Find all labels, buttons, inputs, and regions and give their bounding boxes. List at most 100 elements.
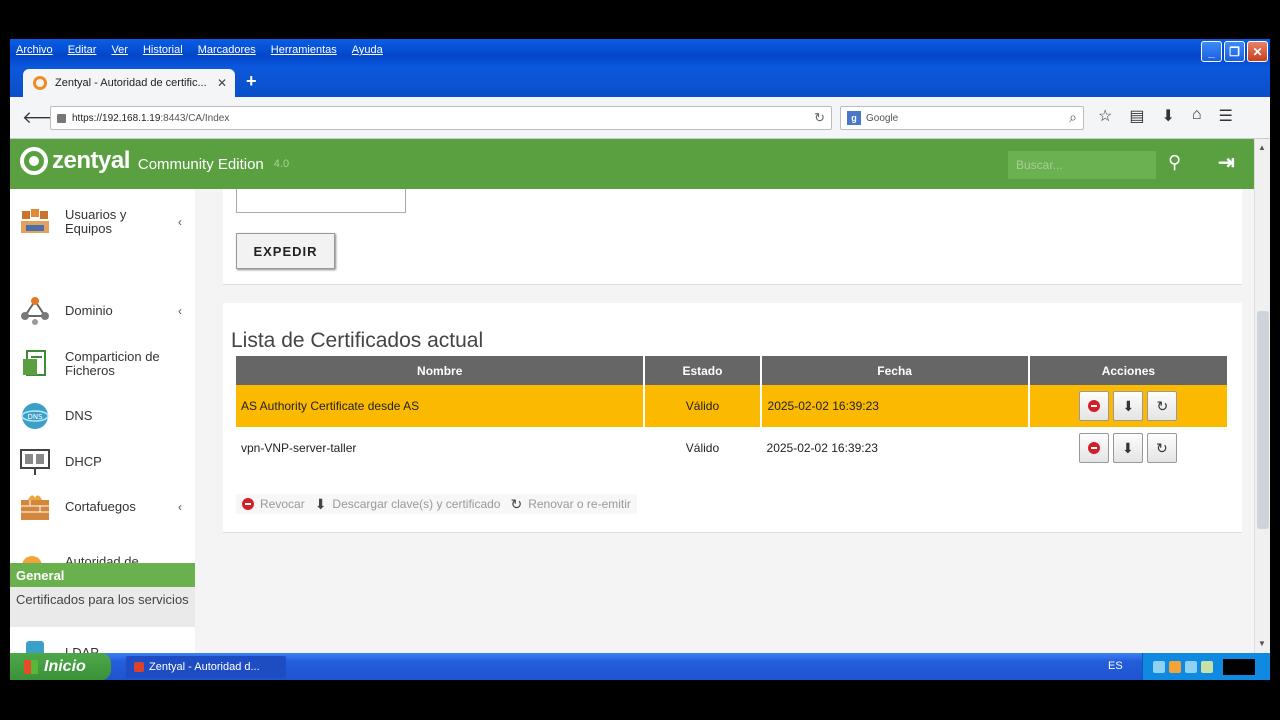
zentyal-search-input[interactable]: Buscar... [1008, 151, 1156, 179]
cert-state: Válido [644, 385, 762, 427]
url-bar[interactable]: https://192.168.1.19 :8443/CA/Index ↻ [50, 106, 832, 130]
legend-renew-label: Renovar o re-emitir [528, 497, 631, 511]
browser-search-input[interactable]: g Google ⌕ [840, 106, 1084, 130]
legend-renew: ↻ Renovar o re-emitir [510, 496, 630, 513]
tab-bar: Zentyal - Autoridad de certific... ✕ + [10, 67, 1270, 97]
table-row[interactable]: vpn-VNP-server-taller Válido 2025-02-02 … [236, 427, 1227, 469]
download-button[interactable]: ⬇ [1112, 433, 1143, 463]
firewall-icon [21, 495, 49, 520]
start-button[interactable]: Inicio [10, 653, 111, 680]
sidebar-subitem-general[interactable]: General [10, 563, 195, 587]
column-estado[interactable]: Estado [644, 356, 762, 385]
google-engine-icon[interactable]: g [847, 111, 861, 125]
firefox-taskbar-icon [134, 662, 144, 672]
page-scrollbar[interactable]: ▲ ▼ [1254, 139, 1270, 653]
cert-date: 2025-02-02 16:39:23 [766, 441, 878, 455]
renew-button[interactable]: ↻ [1147, 391, 1178, 421]
home-icon[interactable]: ⌂ [1192, 106, 1202, 126]
cert-date: 2025-02-02 16:39:23 [760, 385, 1030, 427]
sidebar-item-label: DNS [65, 408, 93, 423]
sidebar-item-comparticion[interactable]: Comparticion de Ficheros [10, 349, 195, 379]
windows-taskbar: Inicio Zentyal - Autoridad d... ES [10, 653, 1270, 680]
revoke-button[interactable] [1079, 391, 1110, 421]
renew-icon: ↻ [510, 495, 523, 512]
scroll-thumb[interactable] [1257, 311, 1269, 529]
expedir-button[interactable]: EXPEDIR [236, 233, 335, 269]
search-icon[interactable]: ⌕ [1069, 109, 1077, 126]
menu-ayuda[interactable]: Ayuda [352, 44, 383, 56]
revoke-button[interactable] [1078, 433, 1109, 463]
lock-icon [57, 113, 66, 123]
title-bar: Archivo Editar Ver Historial Marcadores … [10, 39, 1270, 67]
sidebar-item-dns[interactable]: DNS DNS [10, 401, 195, 431]
menu-hamburger-icon[interactable]: ☰ [1219, 106, 1233, 126]
chevron-left-icon: ‹ [178, 304, 182, 318]
maximize-button[interactable]: ❐ [1224, 41, 1245, 62]
tray-app-icon[interactable] [1185, 660, 1197, 673]
new-tab-button[interactable]: + [246, 71, 257, 92]
menu-ver[interactable]: Ver [111, 44, 128, 56]
menu-herramientas[interactable]: Herramientas [271, 44, 337, 56]
legend-revoke: Revocar [242, 497, 305, 511]
download-icon: ⬇ [1122, 439, 1134, 456]
scroll-down-arrow-icon[interactable]: ▼ [1258, 639, 1266, 648]
users-icon [21, 209, 49, 233]
network-tray-icon[interactable] [1153, 660, 1165, 673]
browser-tab[interactable]: Zentyal - Autoridad de certific... ✕ [23, 69, 235, 97]
legend-revoke-label: Revocar [260, 497, 305, 511]
sidebar-item-label: Cortafuegos [65, 499, 136, 514]
scroll-up-arrow-icon[interactable]: ▲ [1258, 143, 1266, 152]
start-label: Inicio [44, 657, 86, 675]
browser-search-placeholder: Google [866, 112, 899, 124]
issue-form-panel: EXPEDIR [223, 189, 1242, 285]
tray-app-icon[interactable] [1201, 660, 1213, 673]
sidebar-item-dhcp[interactable]: DHCP [10, 447, 195, 477]
language-indicator[interactable]: ES [1108, 660, 1123, 672]
bookmark-star-icon[interactable]: ☆ [1098, 106, 1112, 126]
column-nombre[interactable]: Nombre [236, 356, 646, 385]
download-button[interactable]: ⬇ [1113, 391, 1144, 421]
tab-close-icon[interactable]: ✕ [217, 76, 227, 90]
ldap-icon [26, 641, 44, 653]
menu-marcadores[interactable]: Marcadores [198, 44, 256, 56]
bookmarks-list-icon[interactable]: ▤ [1129, 106, 1144, 126]
menu-historial[interactable]: Historial [143, 44, 183, 56]
sidebar-item-dominio[interactable]: Dominio ‹ [10, 296, 195, 326]
clock-display [1223, 658, 1255, 675]
download-icon: ⬇ [314, 495, 327, 512]
sidebar-item-cortafuegos[interactable]: Cortafuegos ‹ [10, 492, 195, 522]
legend-download-label: Descargar clave(s) y certificado [332, 497, 501, 511]
version-label: 4.0 [273, 158, 290, 170]
revoke-icon [242, 498, 254, 510]
certificates-panel: Lista de Certificados actual Nombre Esta… [223, 303, 1242, 533]
sidebar-item-usuarios[interactable]: Usuarios y Equipos ‹ [10, 207, 195, 237]
edition-label: Community Edition [137, 155, 264, 173]
reload-icon[interactable]: ↻ [814, 110, 825, 126]
menu-editar[interactable]: Editar [68, 44, 97, 56]
column-fecha[interactable]: Fecha [760, 356, 1030, 385]
legend-download: ⬇ Descargar clave(s) y certificado [315, 496, 501, 513]
downloads-icon[interactable]: ⬇ [1161, 106, 1174, 126]
menu-bar: Archivo Editar Ver Historial Marcadores … [10, 39, 398, 61]
close-window-button[interactable]: ✕ [1247, 41, 1268, 62]
chevron-left-icon: ‹ [178, 500, 182, 514]
renew-button[interactable]: ↻ [1146, 433, 1177, 463]
minimize-button[interactable]: _ [1201, 41, 1222, 62]
menu-archivo[interactable]: Archivo [16, 44, 53, 56]
tray-app-icon[interactable] [1169, 660, 1181, 673]
main-content: EXPEDIR Lista de Certificados actual Nom… [195, 189, 1254, 653]
form-input-field[interactable] [236, 189, 406, 213]
sidebar-subitem-certificados-servicios[interactable]: Certificados para los servicios [10, 587, 195, 627]
zentyal-search-icon[interactable]: ⚲ [1168, 152, 1181, 173]
taskbar-window-button[interactable]: Zentyal - Autoridad d... [126, 656, 286, 678]
screen: Archivo Editar Ver Historial Marcadores … [10, 39, 1270, 680]
table-row[interactable]: AS Authority Certificate desde AS Válido… [236, 385, 1227, 427]
zentyal-logo-icon [20, 147, 48, 175]
url-path: :8443/CA/Index [160, 112, 230, 124]
zentyal-logo[interactable]: zentyal Community Edition 4.0 [20, 147, 289, 175]
file-sharing-icon [23, 350, 46, 376]
logout-icon[interactable]: ⇥ [1218, 150, 1235, 175]
sidebar-item-ldap[interactable]: LDAP [65, 645, 99, 653]
revoke-icon [1088, 400, 1101, 412]
sidebar: Usuarios y Equipos ‹ Dominio ‹ Compartic… [10, 189, 195, 653]
